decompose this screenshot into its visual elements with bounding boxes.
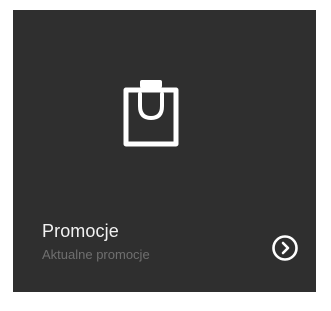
shopping-bag-icon	[123, 80, 179, 147]
promotions-tile[interactable]: Promocje Aktualne promocje	[13, 10, 316, 292]
chevron-right-circle-icon[interactable]	[271, 234, 299, 262]
tile-title: Promocje	[42, 221, 119, 241]
tile-subtitle: Aktualne promocje	[42, 247, 150, 262]
